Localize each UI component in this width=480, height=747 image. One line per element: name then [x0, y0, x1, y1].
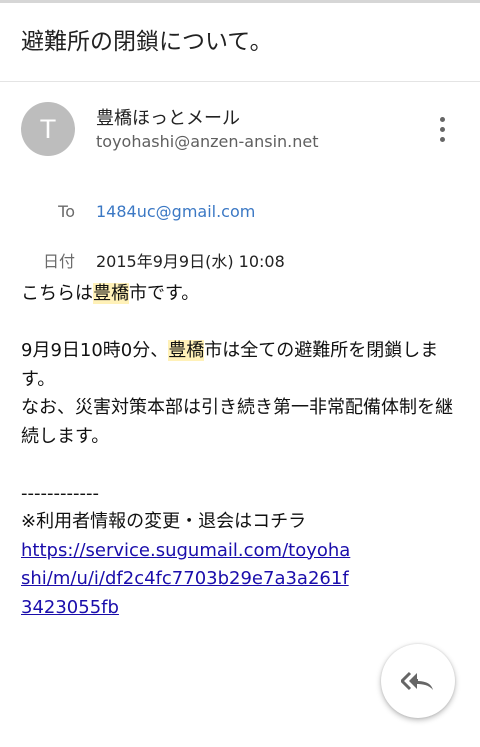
reply-all-button[interactable]	[381, 644, 455, 718]
sender-avatar[interactable]: T	[21, 102, 75, 156]
date-value: 2015年9月9日(水) 10:08	[96, 252, 285, 271]
unsubscribe-link[interactable]: https://service.sugumail.com/toyohashi/m…	[21, 537, 351, 623]
highlighted-city: 豊橋	[93, 283, 129, 304]
reply-all-icon	[401, 671, 433, 691]
more-vert-icon[interactable]	[430, 114, 454, 144]
highlighted-city: 豊橋	[168, 340, 205, 361]
to-label: To	[58, 202, 75, 221]
sender-name: 豊橋ほっとメール	[96, 108, 240, 129]
body-notice: ※利用者情報の変更・退会はコチラ	[21, 511, 307, 532]
email-subject: 避難所の閉鎖について。	[21, 29, 273, 55]
body-paragraph-closure: 9月9日10時0分、豊橋市は全ての避難所を閉鎖します。	[21, 340, 439, 390]
email-body: こちらは豊橋市です。 9月9日10時0分、豊橋市は全ての避難所を閉鎖します。 な…	[21, 280, 461, 622]
subject-bar: 避難所の閉鎖について。	[0, 3, 480, 82]
body-paragraph-continuation: なお、災害対策本部は引き続き第一非常配備体制を継続します。	[21, 397, 453, 447]
body-separator: ------------	[21, 482, 99, 504]
date-label: 日付	[42, 252, 75, 271]
to-recipient-email[interactable]: 1484uc@gmail.com	[96, 202, 255, 221]
sender-email: toyohashi@anzen-ansin.net	[96, 132, 319, 151]
body-line-intro: こちらは豊橋市です。	[21, 283, 200, 304]
